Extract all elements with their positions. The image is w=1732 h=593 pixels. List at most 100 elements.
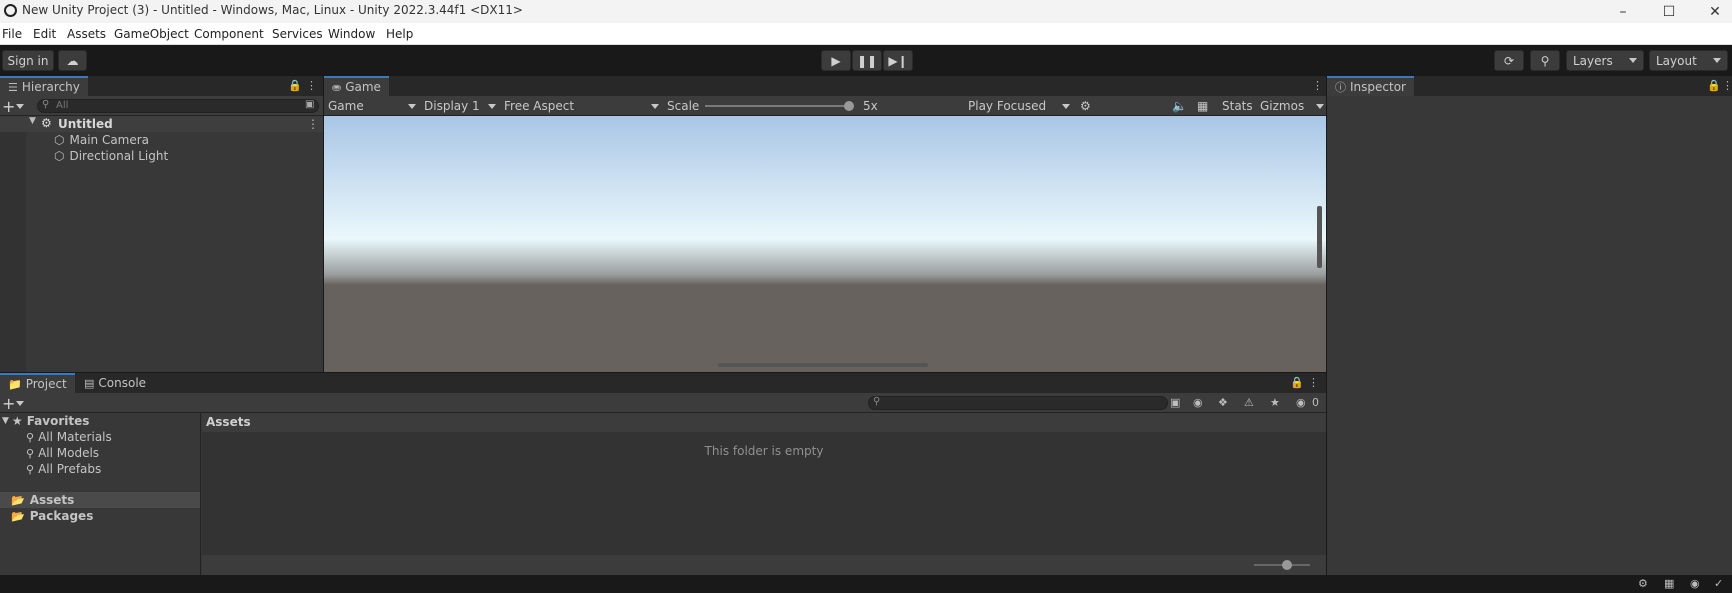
hierarchy-toolbar: + ⚲ All ▣ [0, 96, 323, 116]
tab-hierarchy[interactable]: ☰ Hierarchy [0, 76, 88, 96]
history-icon[interactable]: ⟳ [1494, 50, 1524, 71]
favorite-item[interactable]: ⚲ All Prefabs [26, 461, 101, 477]
breadcrumb-assets[interactable]: Assets [206, 415, 251, 429]
audio-icon[interactable]: 🔈 [1172, 96, 1187, 116]
hierarchy-item[interactable]: ⬡ Main Camera [54, 132, 149, 148]
close-icon[interactable]: ✕ [1692, 0, 1732, 23]
window-title: New Unity Project (3) - Untitled - Windo… [22, 3, 523, 17]
menu-component[interactable]: Component [194, 27, 264, 41]
network-icon[interactable]: ◉ [1690, 577, 1700, 590]
search-filter-icon[interactable]: ▣ [1170, 396, 1180, 409]
layout-dropdown[interactable]: Layout [1649, 50, 1728, 71]
favorites-label: Favorites [26, 414, 90, 428]
more-icon[interactable]: ⋮ [1308, 376, 1319, 389]
more-icon[interactable]: ⋮ [306, 79, 317, 92]
lock-icon[interactable]: 🔒 [1290, 376, 1304, 389]
project-content: Assets This folder is empty [202, 413, 1326, 575]
more-icon[interactable]: ⋮ [1722, 79, 1732, 92]
expand-arrow-icon[interactable]: ▼ [2, 416, 9, 426]
gizmos-label: Gizmos [1260, 99, 1305, 113]
grid-icon[interactable]: ▦ [1197, 96, 1208, 116]
folder-icon: 📁 [8, 377, 22, 391]
hidden-count: 0 [1312, 396, 1319, 409]
label-filter-icon[interactable]: ❖ [1218, 396, 1228, 409]
minimize-icon[interactable]: – [1600, 0, 1646, 23]
menu-help[interactable]: Help [386, 27, 413, 41]
tab-inspector[interactable]: ⓘ Inspector [1327, 76, 1414, 96]
display-dropdown[interactable]: Display 1 [424, 96, 496, 116]
gameobject-cube-icon: ⬡ [54, 133, 65, 147]
hierarchy-item[interactable]: ⬡ Directional Light [54, 148, 168, 164]
layers-dropdown[interactable]: Layers [1566, 50, 1644, 71]
step-icon[interactable]: ▶❙ [883, 50, 913, 71]
favorite-item[interactable]: ⚲ All Materials [26, 429, 112, 445]
hierarchy-search[interactable]: ⚲ All ▣ [37, 99, 319, 113]
search-filter-icon[interactable]: ▣ [305, 99, 314, 110]
icon-size-slider-handle[interactable] [1282, 560, 1292, 570]
game-mode-dropdown[interactable]: Game [328, 96, 416, 116]
stats-button[interactable]: Stats [1222, 96, 1253, 116]
aspect-dropdown[interactable]: Free Aspect [504, 96, 659, 116]
add-icon[interactable]: + [2, 97, 15, 116]
menu-file[interactable]: File [2, 27, 22, 41]
cache-icon[interactable]: ▦ [1664, 577, 1674, 590]
horizontal-scrollbar[interactable] [718, 363, 928, 367]
maximize-icon[interactable]: ☐ [1646, 0, 1692, 23]
empty-folder-message: This folder is empty [704, 444, 824, 458]
menu-bar: File Edit Assets GameObject Component Se… [0, 23, 1732, 45]
expand-arrow-icon[interactable]: ▼ [29, 116, 36, 126]
game-panel: ⛂ Game ⋮ Game Display 1 Free Aspect Scal… [324, 76, 1326, 372]
tab-game[interactable]: ⛂ Game [324, 76, 389, 96]
vertical-scrollbar[interactable] [1317, 206, 1322, 268]
search-icon[interactable]: ⚲ [1530, 50, 1560, 71]
folder-row-packages[interactable]: 📂 Packages [11, 508, 93, 524]
favorite-star-icon[interactable]: ★ [1270, 396, 1280, 409]
hidden-eye-icon[interactable]: ◉ [1296, 396, 1306, 409]
menu-assets[interactable]: Assets [67, 27, 106, 41]
more-icon[interactable]: ⋮ [1312, 79, 1323, 92]
menu-gameobject[interactable]: GameObject [114, 27, 189, 41]
debug-icon[interactable]: ⚙ [1638, 577, 1648, 590]
chevron-down-icon[interactable] [16, 104, 24, 109]
play-icon[interactable]: ▶ [821, 50, 851, 71]
scale-slider-track[interactable] [705, 105, 849, 107]
favorites-row[interactable]: ▼ ★ Favorites [2, 413, 89, 429]
lock-icon[interactable]: 🔒 [288, 79, 302, 92]
bug-icon[interactable]: ⚙ [1080, 96, 1091, 116]
scale-slider-handle[interactable] [844, 101, 854, 111]
inspector-panel: ⓘ Inspector 🔒 ⋮ [1327, 76, 1732, 575]
hierarchy-item-label: Main Camera [69, 133, 150, 147]
sign-in-button[interactable]: Sign in [2, 50, 54, 71]
cloud-icon[interactable]: ☁ [58, 50, 87, 71]
project-toolbar: + ⚲ ▣ ◉ ❖ ⚠ ★ ◉ 0 [0, 393, 1326, 413]
project-footer [202, 555, 1326, 575]
project-tabbar: 📁 Project ▤ Console 🔒 ⋮ [0, 373, 1326, 393]
menu-services[interactable]: Services [272, 27, 323, 41]
menu-window[interactable]: Window [328, 27, 375, 41]
folder-label: Assets [29, 493, 75, 507]
pause-icon[interactable]: ❚❚ [852, 50, 882, 71]
gizmos-dropdown[interactable]: Gizmos [1260, 96, 1324, 116]
warning-filter-icon[interactable]: ⚠ [1244, 396, 1254, 409]
folder-row-assets[interactable]: 📂 Assets [0, 492, 200, 508]
more-icon[interactable]: ⋮ [307, 117, 319, 131]
lock-icon[interactable]: 🔒 [1707, 79, 1721, 92]
add-icon[interactable]: + [2, 394, 15, 413]
search-icon: ⚲ [873, 396, 881, 407]
play-mode-dropdown[interactable]: Play Focused [968, 96, 1070, 116]
chevron-down-icon [1629, 58, 1637, 63]
chevron-down-icon[interactable] [16, 401, 24, 406]
scene-row[interactable]: ▼ ⚙ Untitled ⋮ [0, 116, 323, 132]
project-search-input[interactable]: ⚲ [868, 396, 1168, 410]
type-filter-icon[interactable]: ◉ [1193, 396, 1203, 409]
chevron-down-icon [1713, 58, 1721, 63]
check-icon[interactable]: ✓ [1714, 577, 1723, 590]
tab-project[interactable]: 📁 Project [0, 373, 75, 393]
layout-label: Layout [1656, 53, 1697, 68]
game-viewport[interactable] [324, 116, 1326, 372]
menu-edit[interactable]: Edit [33, 27, 56, 41]
favorite-item[interactable]: ⚲ All Models [26, 445, 99, 461]
aspect-label: Free Aspect [504, 99, 575, 113]
tab-console[interactable]: ▤ Console [76, 373, 154, 393]
tab-hierarchy-label: Hierarchy [21, 80, 80, 94]
